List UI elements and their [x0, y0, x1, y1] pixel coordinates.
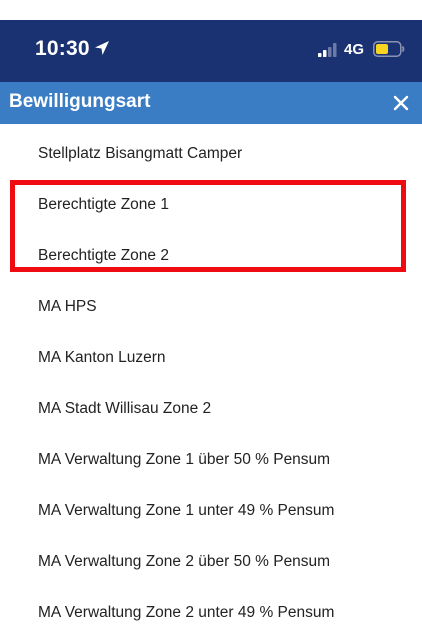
list-item[interactable]: MA Verwaltung Zone 2 über 50 % Pensum — [0, 538, 422, 589]
network-type: 4G — [344, 41, 365, 58]
close-icon[interactable] — [389, 91, 413, 115]
list-item[interactable]: MA Verwaltung Zone 1 unter 49 % Pensum — [0, 487, 422, 538]
status-time: 10:30 — [35, 37, 90, 60]
top-strip — [0, 0, 422, 20]
dialog-header: Bewilligungsart — [0, 82, 422, 124]
list-item[interactable]: MA Verwaltung Zone 2 unter 49 % Pensum — [0, 589, 422, 640]
list-item[interactable]: MA HPS — [0, 283, 422, 334]
list-item[interactable]: MA Stadt Willisau Zone 2 — [0, 385, 422, 436]
list-item[interactable]: Stellplatz Bisangmatt Camper — [0, 130, 422, 181]
list-item[interactable]: Berechtigte Zone 2 — [0, 232, 422, 283]
status-bar: 10:30 4G — [0, 20, 422, 82]
battery-icon — [373, 41, 405, 57]
list-item[interactable]: Berechtigte Zone 1 — [0, 181, 422, 232]
cellular-signal-icon — [318, 43, 337, 57]
permit-type-list: Stellplatz Bisangmatt Camper Berechtigte… — [0, 130, 422, 640]
page-title: Bewilligungsart — [9, 91, 151, 112]
list-item[interactable]: MA Kanton Luzern — [0, 334, 422, 385]
list-item[interactable]: MA Verwaltung Zone 1 über 50 % Pensum — [0, 436, 422, 487]
location-arrow-icon — [95, 41, 109, 55]
